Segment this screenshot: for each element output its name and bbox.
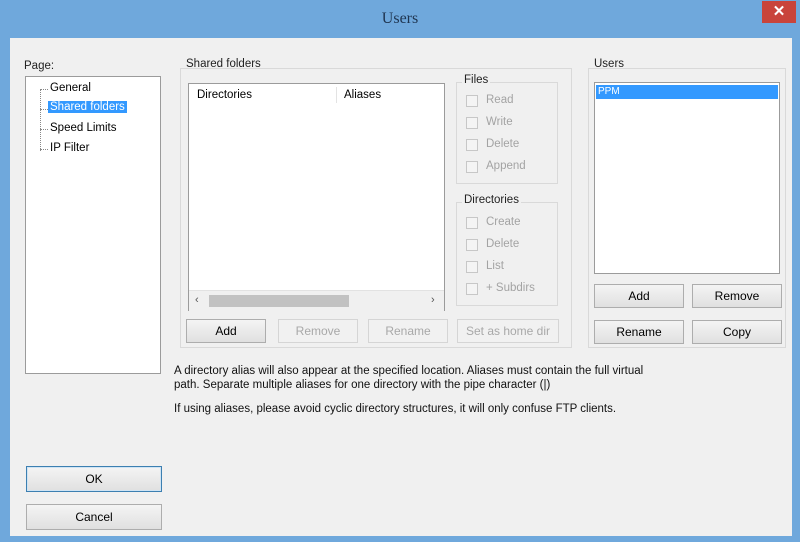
checkbox-label: List [486, 260, 504, 272]
files-read-checkbox[interactable]: Read [466, 94, 546, 110]
checkbox-box[interactable] [466, 239, 478, 251]
checkbox-box[interactable] [466, 261, 478, 273]
remove-user-button[interactable]: Remove [692, 284, 782, 308]
user-item[interactable]: PPM [596, 85, 778, 99]
dirs-create-checkbox[interactable]: Create [466, 216, 546, 232]
remove-folder-button[interactable]: Remove [278, 319, 358, 343]
page-item-general[interactable]: General [50, 82, 91, 94]
directories-group-title: Directories [462, 194, 521, 206]
checkbox-label: Delete [486, 238, 520, 250]
page-item-shared-folders[interactable]: Shared folders [48, 101, 127, 113]
dirs-list-checkbox[interactable]: List [466, 260, 546, 276]
checkbox-label: Write [486, 116, 513, 128]
checkbox-label: + Subdirs [486, 282, 535, 294]
checkbox-box[interactable] [466, 283, 478, 295]
column-directories[interactable]: Directories [197, 84, 252, 106]
title-bar[interactable]: Users ✕ [0, 0, 800, 38]
checkbox-box[interactable] [466, 217, 478, 229]
window-title: Users [381, 10, 419, 27]
scroll-left-icon[interactable]: ‹ [195, 294, 199, 306]
page-tree[interactable]: General Shared folders Speed Limits IP F… [25, 76, 161, 374]
page-label: Page: [24, 60, 55, 72]
rename-folder-button[interactable]: Rename [368, 319, 448, 343]
copy-user-button[interactable]: Copy [692, 320, 782, 344]
set-home-dir-button[interactable]: Set as home dir [457, 319, 559, 343]
ok-button[interactable]: OK [26, 466, 162, 492]
tree-connector [40, 129, 48, 130]
shared-folders-list[interactable]: Directories Aliases ‹ › [188, 83, 445, 311]
files-append-checkbox[interactable]: Append [466, 160, 546, 176]
checkbox-label: Read [486, 94, 514, 106]
add-user-button[interactable]: Add [594, 284, 684, 308]
tree-connector [40, 149, 48, 150]
dialog-client-area: Page: General Shared folders Speed Limit… [10, 38, 792, 536]
cancel-button[interactable]: Cancel [26, 504, 162, 530]
checkbox-box[interactable] [466, 139, 478, 151]
horizontal-scrollbar[interactable]: ‹ › [189, 290, 444, 311]
add-folder-button[interactable]: Add [186, 319, 266, 343]
checkbox-label: Delete [486, 138, 520, 150]
close-button[interactable]: ✕ [762, 1, 796, 23]
tree-connector [40, 109, 48, 110]
users-list[interactable]: PPM [594, 82, 780, 274]
files-group-title: Files [462, 74, 491, 86]
users-dialog: Users ✕ Page: General Shared folders Spe… [0, 0, 800, 542]
scroll-right-icon[interactable]: › [431, 294, 435, 306]
close-icon: ✕ [772, 3, 786, 20]
page-item-speed-limits[interactable]: Speed Limits [50, 122, 116, 134]
column-aliases[interactable]: Aliases [344, 84, 381, 106]
dirs-subdirs-checkbox[interactable]: + Subdirs [466, 282, 546, 298]
alias-info-line-3: If using aliases, please avoid cyclic di… [174, 403, 617, 415]
alias-info-line-2: path. Separate multiple aliases for one … [174, 379, 551, 391]
files-write-checkbox[interactable]: Write [466, 116, 546, 132]
scroll-thumb[interactable] [209, 295, 349, 307]
dirs-delete-checkbox[interactable]: Delete [466, 238, 546, 254]
alias-info-line-1: A directory alias will also appear at th… [174, 365, 644, 377]
checkbox-box[interactable] [466, 95, 478, 107]
checkbox-label: Create [486, 216, 521, 228]
checkbox-box[interactable] [466, 117, 478, 129]
page-item-ip-filter[interactable]: IP Filter [50, 142, 89, 154]
tree-connector [40, 89, 48, 90]
tree-connector [40, 89, 41, 151]
column-divider [336, 87, 337, 103]
rename-user-button[interactable]: Rename [594, 320, 684, 344]
checkbox-box[interactable] [466, 161, 478, 173]
checkbox-label: Append [486, 160, 526, 172]
files-delete-checkbox[interactable]: Delete [466, 138, 546, 154]
